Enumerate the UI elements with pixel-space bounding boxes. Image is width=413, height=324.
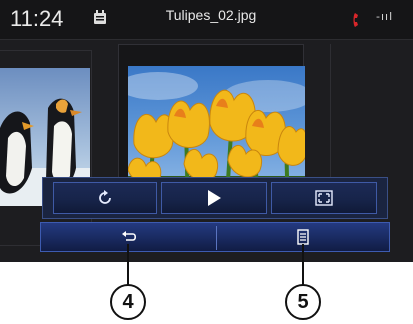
file-name-title: Tulipes_02.jpg <box>165 7 257 23</box>
callout-menu-number: 5 <box>285 284 321 320</box>
fullscreen-button[interactable] <box>271 182 377 214</box>
playback-control-bar <box>42 177 388 219</box>
callout-back-number: 4 <box>110 284 146 320</box>
signal-strength-icon: -ııl <box>376 10 394 23</box>
clock: 11:24 <box>10 6 64 31</box>
callout-line-menu <box>302 244 304 286</box>
display-screen: 11:24 Tulipes_02.jpg -ııl <box>0 0 413 262</box>
callout-line-back <box>127 244 129 286</box>
phone-icon[interactable] <box>352 12 364 28</box>
status-bar: 11:24 Tulipes_02.jpg -ııl <box>0 0 413 40</box>
play-button[interactable] <box>161 182 267 214</box>
media-player-icon <box>94 10 106 24</box>
navigation-bar <box>40 222 390 252</box>
image-viewer <box>0 40 413 262</box>
rotate-button[interactable] <box>53 182 157 214</box>
